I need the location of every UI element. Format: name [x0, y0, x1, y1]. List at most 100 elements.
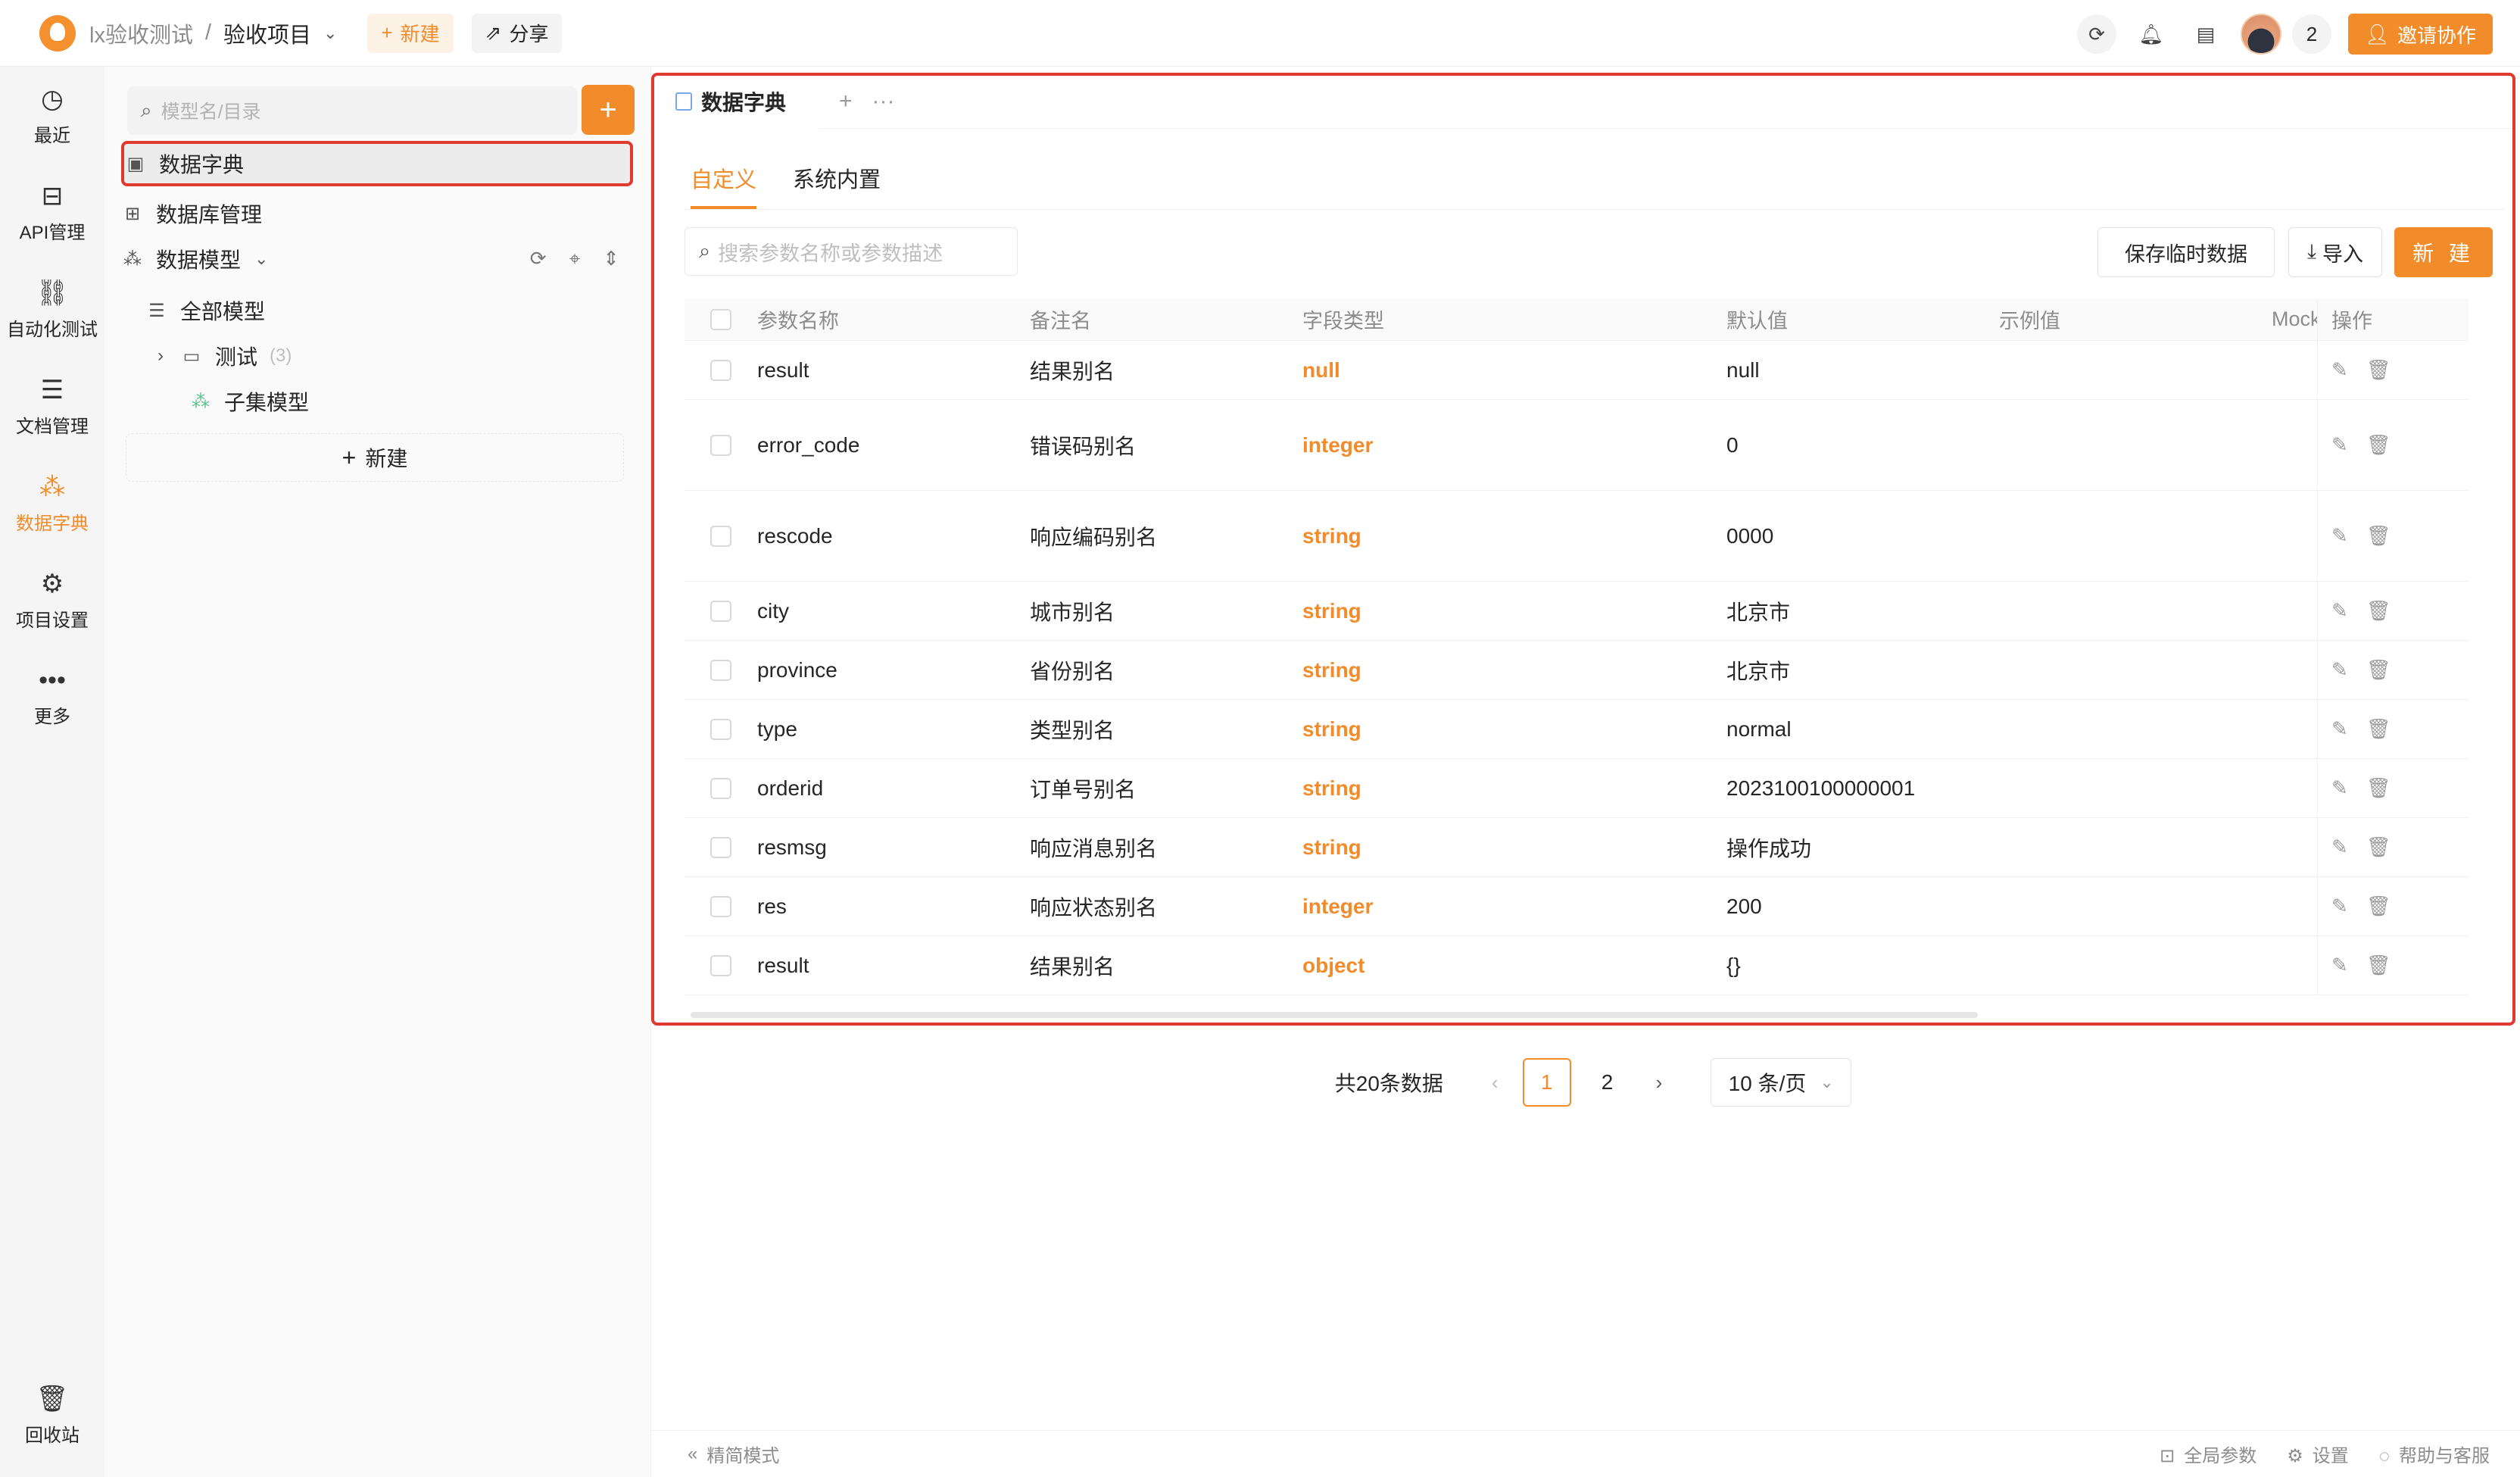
save-temp-data-button[interactable]: 保存临时数据 [2097, 227, 2275, 277]
tree-item-data-model[interactable]: ⁂ 数据模型 ⌄ ⟳ ⌖ ⇕ [121, 236, 633, 282]
app-logo-icon[interactable] [39, 14, 76, 52]
page-2-button[interactable]: 2 [1583, 1058, 1632, 1107]
delete-icon[interactable]: 🗑︎ [2366, 599, 2391, 623]
chevron-right-icon[interactable]: › [153, 345, 168, 367]
edit-icon[interactable]: ✎ [2331, 895, 2348, 918]
invite-collaborate-button[interactable]: 👤︎ 邀请协作 [2347, 14, 2493, 55]
tab-custom[interactable]: 自定义 [691, 156, 757, 209]
refresh-icon[interactable]: ⟳ [530, 247, 547, 271]
chevron-down-icon[interactable]: ⌄ [323, 23, 337, 43]
member-count-badge[interactable]: 2 [2291, 14, 2331, 54]
delete-icon[interactable]: 🗑︎ [2366, 954, 2391, 977]
tree-item-database[interactable]: ⊞ 数据库管理 [121, 191, 633, 236]
prev-page-icon[interactable]: ‹ [1492, 1071, 1499, 1094]
param-search-input[interactable]: ⌕ 搜索参数名称或参数描述 [685, 227, 1018, 276]
row-actions: ✎ 🗑︎ [2317, 877, 2469, 935]
delete-icon[interactable]: 🗑︎ [2366, 658, 2391, 682]
simple-mode-toggle[interactable]: « 精简模式 [688, 1441, 779, 1467]
nav-item-automation[interactable]: ⛓ 自动化测试 [0, 261, 104, 358]
expand-collapse-icon[interactable]: ⇕ [603, 247, 619, 271]
row-checkbox[interactable] [710, 434, 731, 456]
edit-icon[interactable]: ✎ [2331, 599, 2348, 623]
nav-item-label: 文档管理 [16, 416, 89, 437]
tree-new-button[interactable]: + 新建 [126, 433, 624, 482]
row-checkbox[interactable] [710, 954, 731, 976]
settings-link[interactable]: ⚙ 设置 [2287, 1441, 2349, 1467]
row-actions: ✎ 🗑︎ [2317, 936, 2469, 995]
edit-icon[interactable]: ✎ [2331, 658, 2348, 682]
new-param-button[interactable]: 新 建 [2394, 227, 2493, 277]
bell-icon[interactable]: 🔔︎ [2132, 14, 2171, 54]
row-checkbox[interactable] [710, 359, 731, 381]
table-row[interactable]: city 城市别名 string 北京市 ✎ 🗑︎ [685, 582, 2469, 641]
edit-icon[interactable]: ✎ [2331, 776, 2348, 800]
delete-icon[interactable]: 🗑︎ [2366, 717, 2391, 741]
table-row[interactable]: resmsg 响应消息别名 string 操作成功 ✎ 🗑︎ [685, 818, 2469, 877]
row-checkbox[interactable] [710, 600, 731, 622]
row-checkbox[interactable] [710, 895, 731, 917]
sync-icon[interactable]: ⟳ [2076, 14, 2116, 54]
delete-icon[interactable]: 🗑︎ [2366, 524, 2391, 548]
table-row[interactable]: res 响应状态别名 integer 200 ✎ 🗑︎ [685, 877, 2469, 936]
chevron-down-icon[interactable]: ⌄ [254, 249, 268, 269]
row-checkbox[interactable] [710, 777, 731, 799]
edit-icon[interactable]: ✎ [2331, 835, 2348, 859]
table-row[interactable]: error_code 错误码别名 integer 0 ✎ 🗑︎ [685, 400, 2469, 491]
global-params-link[interactable]: ⊡ 全局参数 [2160, 1441, 2256, 1467]
table-row[interactable]: result 结果别名 null null ✎ 🗑︎ [685, 341, 2469, 400]
table-row[interactable]: type 类型别名 string normal ✎ 🗑︎ [685, 700, 2469, 759]
new-button[interactable]: + 新建 [367, 13, 454, 53]
nav-item-project-settings[interactable]: ⚙ 项目设置 [0, 551, 104, 648]
table-row[interactable]: rescode 响应编码别名 string 0000 ✎ 🗑︎ [685, 491, 2469, 582]
tree-search-input[interactable]: ⌕ 模型名/目录 [127, 86, 577, 135]
next-page-icon[interactable]: › [1656, 1071, 1663, 1094]
locate-icon[interactable]: ⌖ [569, 247, 581, 271]
share-button[interactable]: ⇗ 分享 [471, 13, 563, 53]
table-row[interactable]: orderid 订单号别名 string 2023100100000001 ✎ 🗑︎ [685, 759, 2469, 818]
import-button[interactable]: ⤓ 导入 [2288, 227, 2382, 277]
nav-item-more[interactable]: ••• 更多 [0, 648, 104, 745]
nav-item-recycle-bin[interactable]: 🗑︎ 回收站 [0, 1366, 104, 1463]
tree-add-button[interactable]: + [582, 85, 635, 135]
delete-icon[interactable]: 🗑︎ [2366, 433, 2391, 457]
edit-icon[interactable]: ✎ [2331, 433, 2348, 457]
edit-icon[interactable]: ✎ [2331, 524, 2348, 548]
chevron-down-icon: ⌄ [1820, 1073, 1834, 1091]
row-checkbox[interactable] [710, 718, 731, 740]
tab-system-builtin[interactable]: 系统内置 [793, 156, 881, 209]
nav-item-documents[interactable]: ☰ 文档管理 [0, 358, 104, 454]
tree-item-all-models[interactable]: ☰ 全部模型 [145, 288, 657, 333]
delete-icon[interactable]: 🗑︎ [2366, 776, 2391, 800]
nav-item-api[interactable]: ⊟ API管理 [0, 164, 104, 261]
nav-item-data-dictionary[interactable]: ⁂ 数据字典 [0, 454, 104, 551]
breadcrumb-project[interactable]: 验收项目 [223, 17, 311, 49]
nav-item-recent[interactable]: ◷ 最近 [0, 67, 104, 164]
add-tab-icon[interactable]: + [839, 89, 853, 114]
folder-icon: ▭ [182, 345, 201, 367]
edit-icon[interactable]: ✎ [2331, 717, 2348, 741]
page-1-button[interactable]: 1 [1522, 1058, 1571, 1107]
table-row[interactable]: result 结果别名 object {} ✎ 🗑︎ [685, 936, 2469, 995]
delete-icon[interactable]: 🗑︎ [2366, 358, 2391, 382]
edit-icon[interactable]: ✎ [2331, 954, 2348, 977]
delete-icon[interactable]: 🗑︎ [2366, 895, 2391, 918]
plus-icon: + [381, 21, 393, 44]
tree-item-folder-test[interactable]: › ▭ 测试 (3) [153, 333, 665, 379]
row-checkbox[interactable] [710, 836, 731, 858]
tree-item-data-dictionary[interactable]: ▣ 数据字典 [121, 141, 633, 186]
delete-icon[interactable]: 🗑︎ [2366, 835, 2391, 859]
page-size-select[interactable]: 10 条/页 ⌄ [1711, 1058, 1852, 1107]
table-row[interactable]: province 省份别名 string 北京市 ✎ 🗑︎ [685, 641, 2469, 700]
edit-icon[interactable]: ✎ [2331, 358, 2348, 382]
avatar[interactable] [2240, 14, 2281, 55]
tab-data-dictionary[interactable]: 数据字典 [660, 73, 820, 129]
breadcrumb-team[interactable]: lx验收测试 [89, 17, 193, 49]
select-all-checkbox[interactable] [710, 308, 731, 330]
help-link[interactable]: ◌ 帮助与客服 [2379, 1441, 2490, 1467]
more-tabs-icon[interactable]: ··· [872, 89, 895, 114]
row-checkbox[interactable] [710, 525, 731, 547]
notes-icon[interactable]: ▤ [2186, 14, 2225, 54]
tree-item-subset-model[interactable]: ⁂ 子集模型 [189, 379, 701, 424]
horizontal-scrollbar[interactable] [691, 1012, 1978, 1018]
row-checkbox[interactable] [710, 659, 731, 681]
